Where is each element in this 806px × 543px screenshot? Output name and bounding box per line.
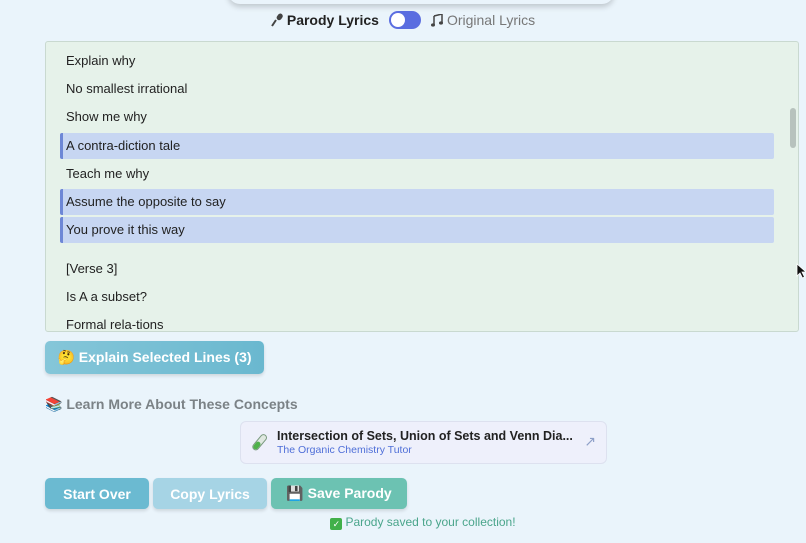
microphone-icon	[271, 13, 283, 27]
switch-knob	[390, 13, 405, 27]
video-title[interactable]: Intersection of Sets, Union of Sets and …	[277, 429, 573, 443]
lyrics-mode-switch[interactable]	[388, 11, 421, 29]
external-link-icon[interactable]: ↗	[584, 433, 596, 450]
start-over-button[interactable]: Start Over	[45, 478, 149, 509]
lyric-line-selected[interactable]: You prove it this way	[60, 217, 774, 243]
original-lyrics-label[interactable]: Original Lyrics	[430, 12, 535, 28]
lyric-line[interactable]: No smallest irrational	[60, 76, 774, 102]
top-panel-edge	[228, 0, 614, 4]
parody-lyrics-label[interactable]: Parody Lyrics	[271, 12, 379, 28]
saved-message-text: Parody saved to your collection!	[345, 515, 516, 529]
video-channel: The Organic Chemistry Tutor	[277, 444, 412, 456]
saved-confirmation: ✓ Parody saved to your collection!	[0, 515, 806, 530]
copy-lyrics-button[interactable]: Copy Lyrics	[153, 478, 267, 509]
learn-more-heading: 📚 Learn More About These Concepts	[45, 396, 298, 412]
lyrics-mode-toggle: Parody Lyrics Original Lyrics	[0, 11, 806, 29]
lyric-line-selected[interactable]: Assume the opposite to say	[60, 189, 774, 215]
lyrics-list[interactable]: Explain why No smallest irrational Show …	[45, 41, 799, 332]
lyric-line[interactable]: Formal rela-tions	[60, 312, 774, 331]
music-note-icon	[430, 13, 443, 27]
lyric-line[interactable]: Teach me why	[60, 161, 774, 187]
scrollbar-thumb[interactable]	[790, 108, 796, 148]
mouse-cursor-icon	[796, 263, 806, 279]
save-parody-button[interactable]: 💾 Save Parody	[271, 478, 407, 509]
lyric-line[interactable]: Explain why	[60, 48, 774, 74]
explain-selected-lines-button[interactable]: 🤔 Explain Selected Lines (3)	[45, 341, 264, 374]
concept-video-card[interactable]: Intersection of Sets, Union of Sets and …	[240, 421, 607, 464]
lyrics-scrollbar[interactable]	[786, 42, 798, 331]
test-tube-icon	[252, 433, 267, 450]
check-icon: ✓	[330, 518, 343, 530]
lyric-line-selected[interactable]: A contra-diction tale	[60, 133, 774, 159]
lyric-line[interactable]: Show me why	[60, 104, 774, 130]
lyric-line[interactable]: [Verse 3]	[60, 256, 774, 282]
lyric-line[interactable]: Is A a subset?	[60, 284, 774, 310]
